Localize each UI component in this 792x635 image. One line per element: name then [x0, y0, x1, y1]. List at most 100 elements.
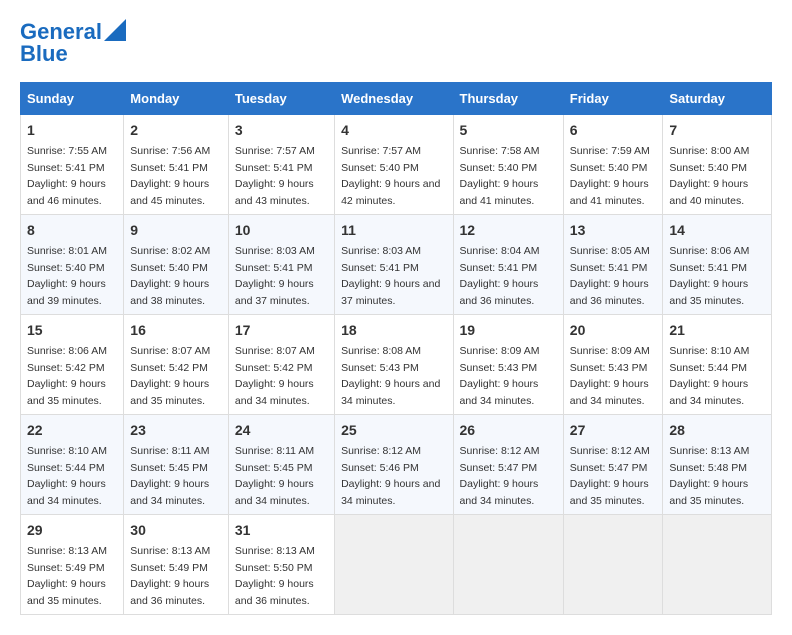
calendar-cell	[663, 515, 772, 615]
header-row: SundayMondayTuesdayWednesdayThursdayFrid…	[21, 83, 772, 115]
calendar-cell: 19 Sunrise: 8:09 AMSunset: 5:43 PMDayligh…	[453, 315, 563, 415]
calendar-cell: 31Sunrise: 8:13 AMSunset: 5:50 PMDayligh…	[228, 515, 334, 615]
calendar-week-2: 8 Sunrise: 8:01 AMSunset: 5:40 PMDaylight…	[21, 215, 772, 315]
cell-info: Sunrise: 8:00 AMSunset: 5:40 PMDaylight:…	[669, 145, 749, 207]
cell-info: Sunrise: 8:10 AMSunset: 5:44 PMDaylight:…	[669, 345, 749, 407]
day-number: 3	[235, 120, 328, 141]
cell-info: Sunrise: 7:57 AMSunset: 5:41 PMDaylight:…	[235, 145, 315, 207]
header-cell-monday: Monday	[124, 83, 229, 115]
cell-info: Sunrise: 8:12 AMSunset: 5:47 PMDaylight:…	[570, 445, 650, 507]
day-number: 18	[341, 320, 446, 341]
day-number: 27	[570, 420, 657, 441]
cell-info: Sunrise: 7:59 AMSunset: 5:40 PMDaylight:…	[570, 145, 650, 207]
cell-info: Sunrise: 8:13 AMSunset: 5:50 PMDaylight:…	[235, 545, 315, 607]
day-number: 8	[27, 220, 117, 241]
day-number: 13	[570, 220, 657, 241]
cell-info: Sunrise: 8:13 AMSunset: 5:49 PMDaylight:…	[27, 545, 107, 607]
day-number: 19	[460, 320, 557, 341]
header-cell-saturday: Saturday	[663, 83, 772, 115]
cell-info: Sunrise: 8:04 AMSunset: 5:41 PMDaylight:…	[460, 245, 540, 307]
calendar-cell: 14 Sunrise: 8:06 AMSunset: 5:41 PMDayligh…	[663, 215, 772, 315]
day-number: 16	[130, 320, 222, 341]
day-number: 21	[669, 320, 765, 341]
logo-blue-text: Blue	[20, 42, 68, 66]
cell-info: Sunrise: 8:01 AMSunset: 5:40 PMDaylight:…	[27, 245, 107, 307]
calendar-week-5: 29 Sunrise: 8:13 AMSunset: 5:49 PMDayligh…	[21, 515, 772, 615]
calendar-header: SundayMondayTuesdayWednesdayThursdayFrid…	[21, 83, 772, 115]
day-number: 23	[130, 420, 222, 441]
calendar-cell: 13 Sunrise: 8:05 AMSunset: 5:41 PMDayligh…	[563, 215, 663, 315]
cell-info: Sunrise: 8:06 AMSunset: 5:41 PMDaylight:…	[669, 245, 749, 307]
calendar-cell: 7 Sunrise: 8:00 AMSunset: 5:40 PMDaylight…	[663, 115, 772, 215]
cell-info: Sunrise: 7:56 AMSunset: 5:41 PMDaylight:…	[130, 145, 210, 207]
calendar-cell: 21 Sunrise: 8:10 AMSunset: 5:44 PMDayligh…	[663, 315, 772, 415]
cell-info: Sunrise: 8:11 AMSunset: 5:45 PMDaylight:…	[130, 445, 209, 507]
cell-info: Sunrise: 7:57 AMSunset: 5:40 PMDaylight:…	[341, 145, 440, 207]
calendar-cell: 9 Sunrise: 8:02 AMSunset: 5:40 PMDaylight…	[124, 215, 229, 315]
calendar-cell: 30Sunrise: 8:13 AMSunset: 5:49 PMDayligh…	[124, 515, 229, 615]
day-number: 2	[130, 120, 222, 141]
day-number: 6	[570, 120, 657, 141]
day-number: 14	[669, 220, 765, 241]
day-number: 7	[669, 120, 765, 141]
cell-info: Sunrise: 8:13 AMSunset: 5:48 PMDaylight:…	[669, 445, 749, 507]
calendar-cell: 18Sunrise: 8:08 AMSunset: 5:43 PMDayligh…	[335, 315, 453, 415]
calendar-cell: 4 Sunrise: 7:57 AMSunset: 5:40 PMDaylight…	[335, 115, 453, 215]
calendar-cell: 22 Sunrise: 8:10 AMSunset: 5:44 PMDayligh…	[21, 415, 124, 515]
cell-info: Sunrise: 8:05 AMSunset: 5:41 PMDaylight:…	[570, 245, 650, 307]
logo-arrow-icon	[104, 19, 126, 41]
page-header: General Blue	[20, 20, 772, 66]
calendar-cell: 1 Sunrise: 7:55 AMSunset: 5:41 PMDaylight…	[21, 115, 124, 215]
calendar-cell: 11Sunrise: 8:03 AMSunset: 5:41 PMDayligh…	[335, 215, 453, 315]
cell-info: Sunrise: 7:58 AMSunset: 5:40 PMDaylight:…	[460, 145, 540, 207]
calendar-cell: 20Sunrise: 8:09 AMSunset: 5:43 PMDayligh…	[563, 315, 663, 415]
calendar-cell	[453, 515, 563, 615]
cell-info: Sunrise: 8:12 AMSunset: 5:47 PMDaylight:…	[460, 445, 540, 507]
cell-info: Sunrise: 8:07 AMSunset: 5:42 PMDaylight:…	[130, 345, 210, 407]
day-number: 1	[27, 120, 117, 141]
day-number: 30	[130, 520, 222, 541]
cell-info: Sunrise: 8:07 AMSunset: 5:42 PMDaylight:…	[235, 345, 315, 407]
day-number: 24	[235, 420, 328, 441]
calendar-cell: 8 Sunrise: 8:01 AMSunset: 5:40 PMDaylight…	[21, 215, 124, 315]
calendar-week-3: 15 Sunrise: 8:06 AMSunset: 5:42 PMDayligh…	[21, 315, 772, 415]
cell-info: Sunrise: 8:02 AMSunset: 5:40 PMDaylight:…	[130, 245, 210, 307]
calendar-cell: 2 Sunrise: 7:56 AMSunset: 5:41 PMDaylight…	[124, 115, 229, 215]
calendar-cell: 24 Sunrise: 8:11 AMSunset: 5:45 PMDayligh…	[228, 415, 334, 515]
cell-info: Sunrise: 8:12 AMSunset: 5:46 PMDaylight:…	[341, 445, 440, 507]
day-number: 12	[460, 220, 557, 241]
calendar-cell: 3 Sunrise: 7:57 AMSunset: 5:41 PMDaylight…	[228, 115, 334, 215]
day-number: 4	[341, 120, 446, 141]
cell-info: Sunrise: 8:11 AMSunset: 5:45 PMDaylight:…	[235, 445, 314, 507]
cell-info: Sunrise: 7:55 AMSunset: 5:41 PMDaylight:…	[27, 145, 107, 207]
day-number: 11	[341, 220, 446, 241]
day-number: 15	[27, 320, 117, 341]
calendar-cell: 10Sunrise: 8:03 AMSunset: 5:41 PMDayligh…	[228, 215, 334, 315]
day-number: 26	[460, 420, 557, 441]
calendar-cell: 12 Sunrise: 8:04 AMSunset: 5:41 PMDayligh…	[453, 215, 563, 315]
day-number: 9	[130, 220, 222, 241]
day-number: 10	[235, 220, 328, 241]
header-cell-sunday: Sunday	[21, 83, 124, 115]
calendar-cell	[335, 515, 453, 615]
cell-info: Sunrise: 8:09 AMSunset: 5:43 PMDaylight:…	[460, 345, 540, 407]
calendar-cell: 28Sunrise: 8:13 AMSunset: 5:48 PMDayligh…	[663, 415, 772, 515]
day-number: 25	[341, 420, 446, 441]
day-number: 22	[27, 420, 117, 441]
calendar-body: 1 Sunrise: 7:55 AMSunset: 5:41 PMDaylight…	[21, 115, 772, 615]
day-number: 17	[235, 320, 328, 341]
cell-info: Sunrise: 8:06 AMSunset: 5:42 PMDaylight:…	[27, 345, 107, 407]
logo: General Blue	[20, 20, 126, 66]
header-cell-thursday: Thursday	[453, 83, 563, 115]
calendar-cell: 27 Sunrise: 8:12 AMSunset: 5:47 PMDayligh…	[563, 415, 663, 515]
calendar-cell: 16 Sunrise: 8:07 AMSunset: 5:42 PMDayligh…	[124, 315, 229, 415]
calendar-cell: 26 Sunrise: 8:12 AMSunset: 5:47 PMDayligh…	[453, 415, 563, 515]
cell-info: Sunrise: 8:09 AMSunset: 5:43 PMDaylight:…	[570, 345, 650, 407]
calendar-cell: 25 Sunrise: 8:12 AMSunset: 5:46 PMDayligh…	[335, 415, 453, 515]
header-cell-tuesday: Tuesday	[228, 83, 334, 115]
calendar-cell: 29 Sunrise: 8:13 AMSunset: 5:49 PMDayligh…	[21, 515, 124, 615]
calendar-table: SundayMondayTuesdayWednesdayThursdayFrid…	[20, 82, 772, 615]
day-number: 29	[27, 520, 117, 541]
day-number: 5	[460, 120, 557, 141]
cell-info: Sunrise: 8:10 AMSunset: 5:44 PMDaylight:…	[27, 445, 107, 507]
